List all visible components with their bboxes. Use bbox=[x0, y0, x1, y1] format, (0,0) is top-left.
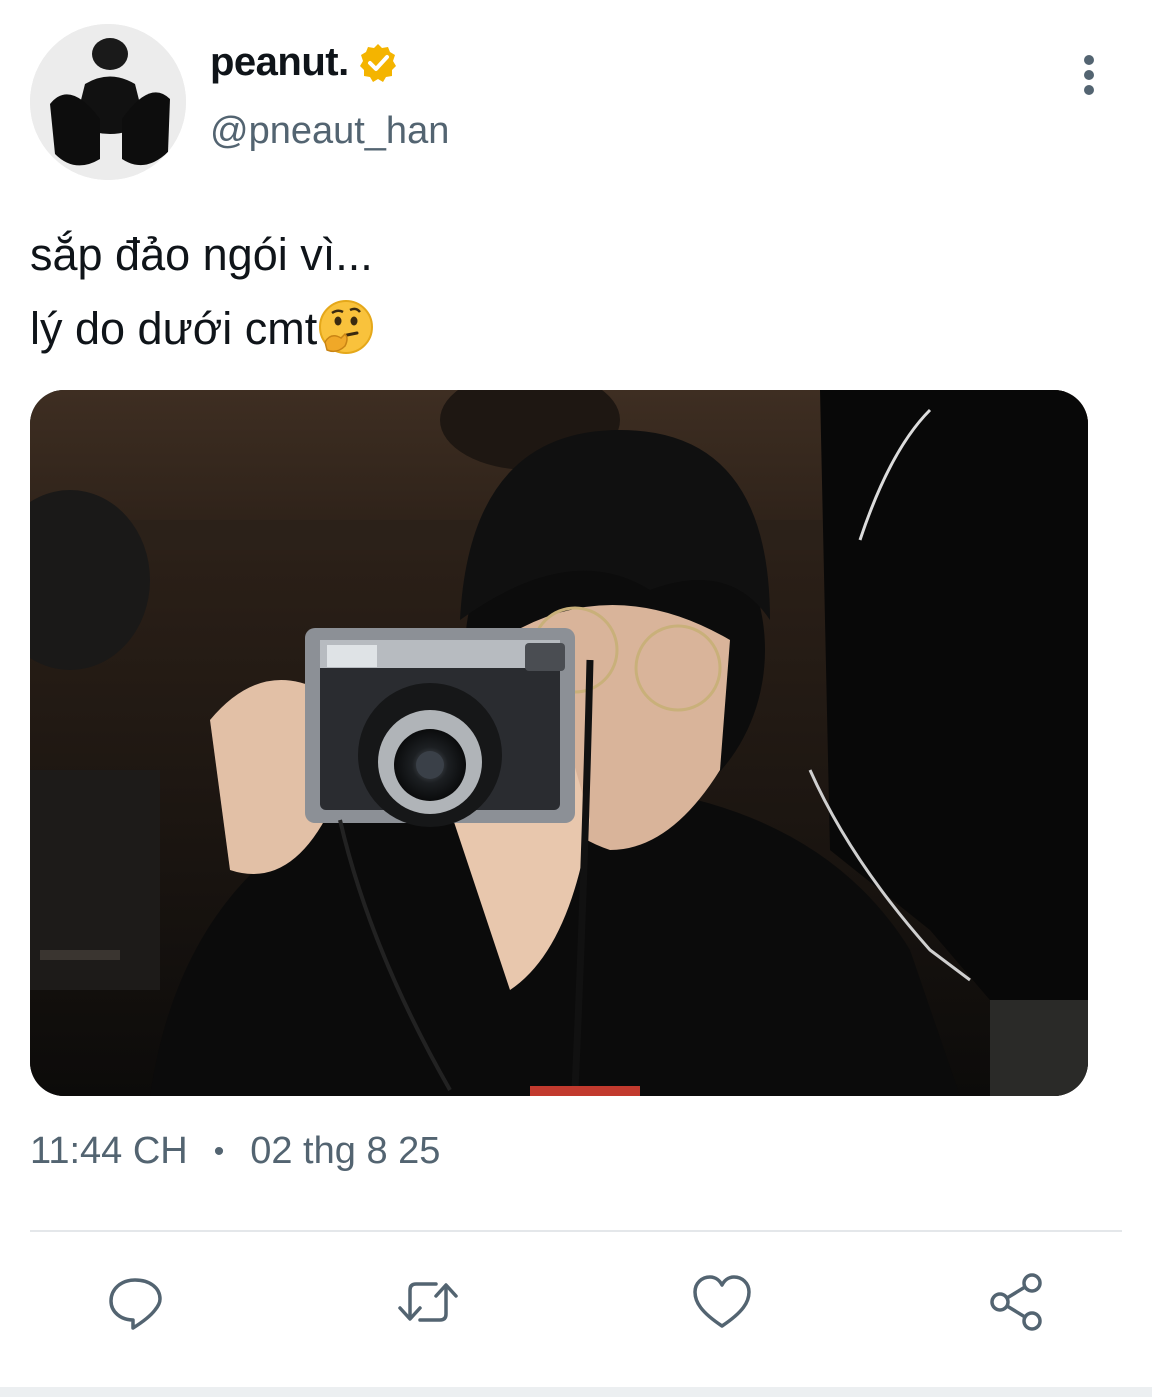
bottom-divider bbox=[0, 1387, 1152, 1397]
like-icon bbox=[693, 1275, 751, 1328]
reply-button[interactable] bbox=[103, 1270, 167, 1334]
avatar-photo bbox=[30, 24, 186, 180]
share-button[interactable] bbox=[985, 1270, 1049, 1334]
photo-person-holding-instant-camera bbox=[30, 390, 1088, 1096]
tweet-meta: 11:44 CH • 02 thg 8 25 bbox=[30, 1130, 440, 1173]
tweet-date[interactable]: 02 thg 8 25 bbox=[250, 1130, 440, 1173]
author-handle[interactable]: @pneaut_han bbox=[210, 110, 449, 153]
tweet-actions bbox=[0, 1270, 1152, 1340]
verified-badge-icon bbox=[359, 43, 396, 82]
tweet-line-1: sắp đảo ngói vì... bbox=[30, 229, 373, 280]
tweet-time[interactable]: 11:44 CH bbox=[30, 1130, 188, 1173]
retweet-button[interactable] bbox=[396, 1270, 460, 1334]
retweet-icon bbox=[398, 1282, 458, 1322]
tweet-line-2-text: lý do dưới cmt bbox=[30, 303, 318, 354]
more-vertical-icon bbox=[1084, 55, 1094, 95]
meta-separator: • bbox=[213, 1134, 225, 1168]
tweet-text: sắp đảo ngói vì... lý do dưới cmt bbox=[30, 218, 375, 366]
like-button[interactable] bbox=[690, 1270, 754, 1334]
tweet-line-2: lý do dưới cmt bbox=[30, 292, 375, 366]
reply-icon bbox=[109, 1278, 162, 1330]
more-options-button[interactable] bbox=[1070, 54, 1108, 98]
share-icon bbox=[990, 1273, 1042, 1331]
divider bbox=[30, 1230, 1122, 1232]
author-display-name[interactable]: peanut. bbox=[210, 40, 349, 85]
avatar[interactable] bbox=[30, 24, 186, 180]
tweet-media-photo[interactable] bbox=[30, 390, 1088, 1096]
thinking-face-icon bbox=[319, 300, 374, 355]
